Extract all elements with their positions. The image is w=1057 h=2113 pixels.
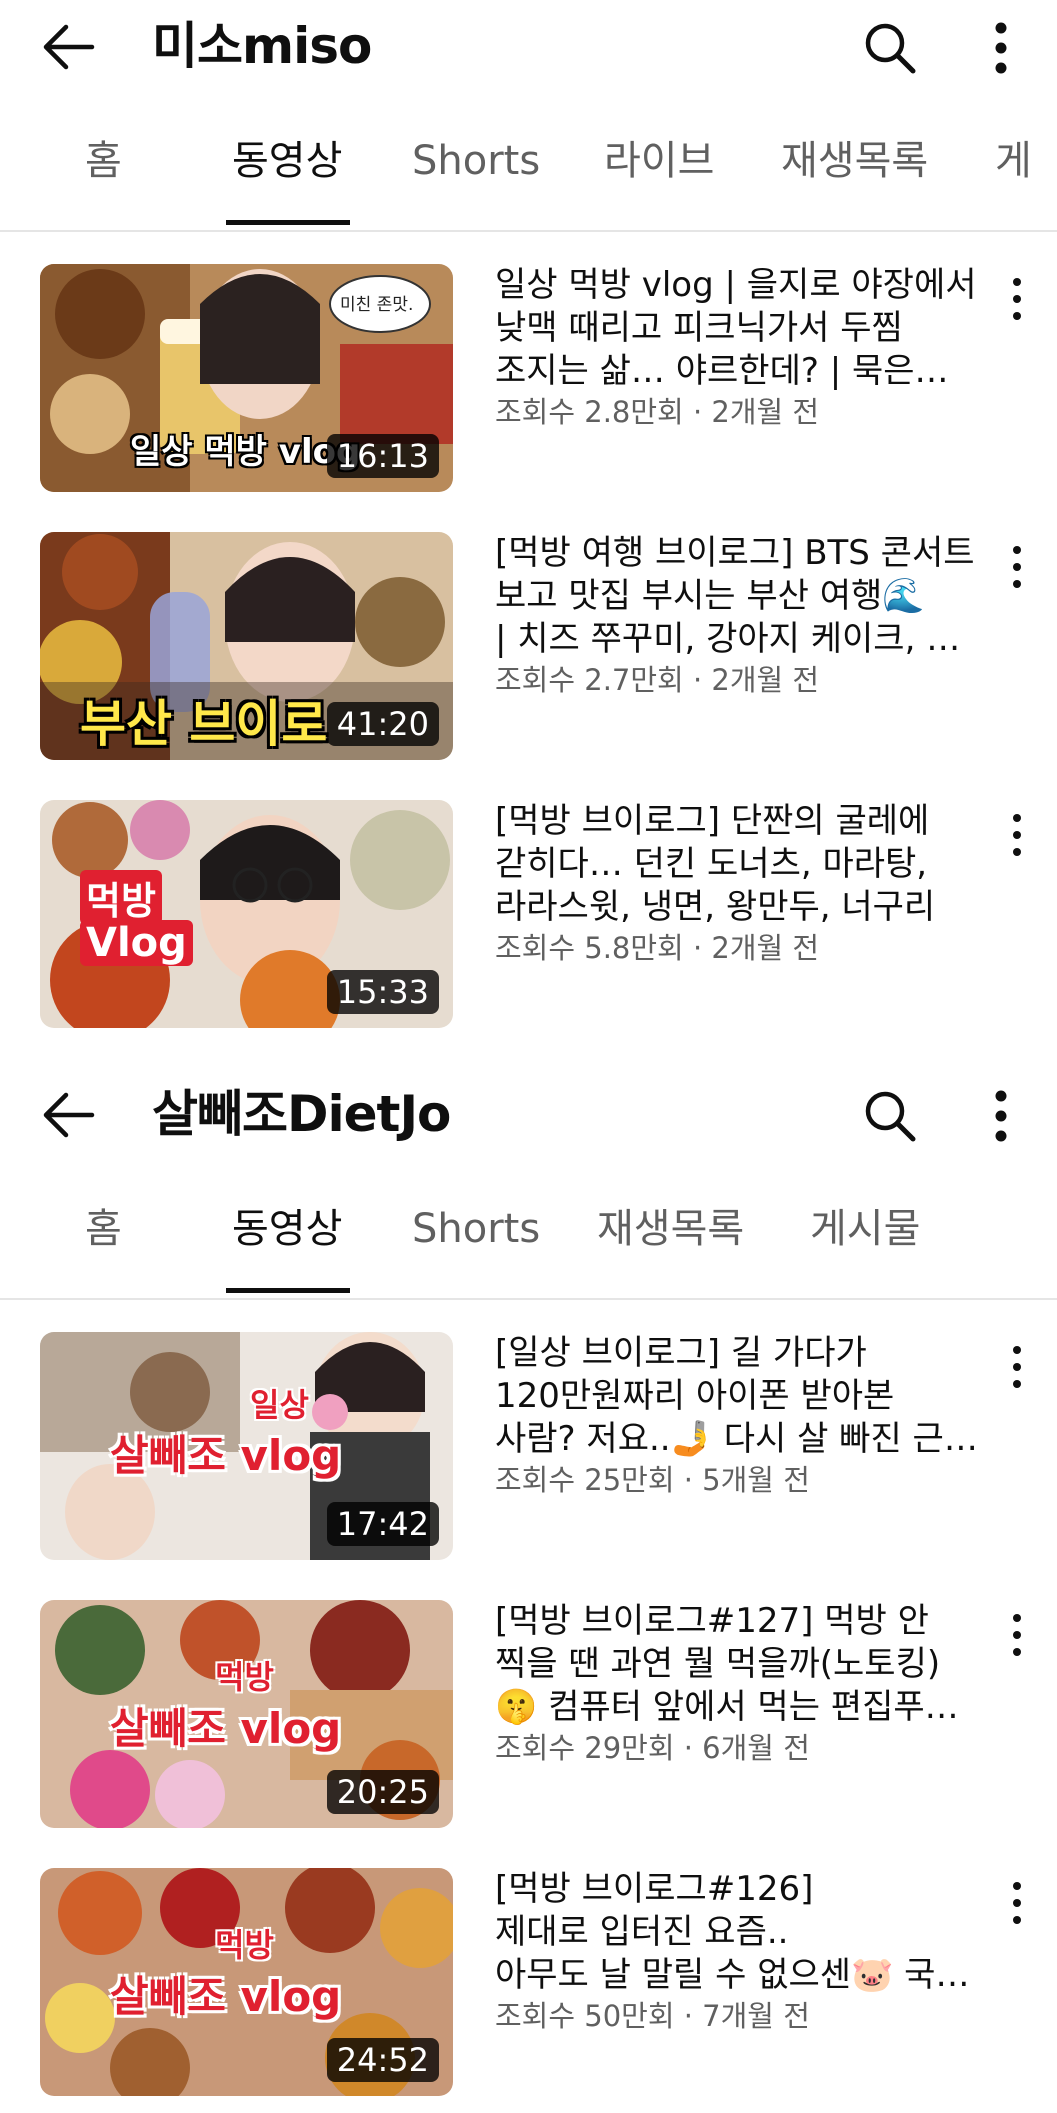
tab-shorts[interactable]: Shorts (412, 1204, 540, 1254)
video-item[interactable]: 먹방 Vlog 15:33 [먹방 브이로그] 단짠의 굴레에 갇히다… 던킨 … (0, 800, 1057, 1028)
video-thumbnail[interactable]: 먹방 살빼조 vlog 24:52 (40, 1868, 453, 2096)
video-title-line: 아무도 날 말릴 수 없으센🐷 국… (495, 1955, 970, 1995)
video-thumbnail[interactable]: 일상 살빼조 vlog 17:42 (40, 1332, 453, 1560)
thumbnail-overlay-text: 먹방 (215, 1926, 274, 1964)
video-title-line: 보고 맛집 부시는 부산 여행🌊 (495, 576, 925, 616)
thumbnail-overlay-text: 살빼조 vlog (110, 1704, 342, 1753)
app-bar: 살빼조DietJo (0, 1068, 1057, 1164)
tab-live[interactable]: 라이브 (604, 136, 714, 186)
video-meta: 조회수 2.7만회 · 2개월 전 (495, 663, 820, 697)
search-icon[interactable] (862, 1088, 918, 1144)
channel-title: 살빼조DietJo (152, 1085, 451, 1143)
tab-videos[interactable]: 동영상 (232, 1204, 342, 1254)
video-thumbnail[interactable]: 먹방 Vlog 15:33 (40, 800, 453, 1028)
channel-section-dietjo: 살빼조DietJo 홈 동영상 Shorts 재생목록 게시물 일상 살빼조 v… (0, 1068, 1057, 2096)
video-title-line: 찍을 땐 과연 뭘 먹을까(노토킹) (495, 1644, 941, 1684)
more-vertical-icon[interactable] (1006, 1342, 1028, 1392)
tab-home[interactable]: 홈 (85, 136, 122, 186)
video-title-line: [먹방 여행 브이로그] BTS 콘서트 (495, 533, 975, 573)
video-item[interactable]: 부산 브이로 41:20 [먹방 여행 브이로그] BTS 콘서트 보고 맛집 … (0, 532, 1057, 760)
video-title-line: 제대로 입터진 요즘.. (495, 1912, 789, 1952)
video-title-line: [일상 브이로그] 길 가다가 (495, 1333, 867, 1373)
tab-shorts[interactable]: Shorts (412, 136, 540, 186)
thumbnail-overlay-text: 먹방 (80, 870, 162, 925)
tab-playlists[interactable]: 재생목록 (597, 1204, 744, 1254)
channel-title: 미소miso (152, 17, 372, 75)
tab-bar: 홈 동영상 Shorts 재생목록 게시물 (0, 1164, 1057, 1300)
more-vertical-icon[interactable] (1006, 542, 1028, 592)
video-title-line: [먹방 브이로그] 단짠의 굴레에 (495, 801, 930, 841)
video-thumbnail[interactable]: 부산 브이로 41:20 (40, 532, 453, 760)
video-title[interactable]: 일상 먹방 vlog | 을지로 야장에서 낮맥 때리고 피크닉가서 두찜 조지… (495, 264, 985, 393)
tab-home[interactable]: 홈 (85, 1204, 122, 1254)
more-vertical-icon[interactable] (1006, 274, 1028, 324)
more-vertical-icon[interactable] (1006, 1610, 1028, 1660)
video-title[interactable]: [먹방 브이로그] 단짠의 굴레에 갇히다… 던킨 도너츠, 마라탕, 라라스윗… (495, 800, 985, 929)
search-icon[interactable] (862, 20, 918, 76)
thumbnail-overlay-text: 먹방 (215, 1658, 274, 1696)
video-thumbnail[interactable]: 미친 존맛. 일상 먹방 vlog 16:13 (40, 264, 453, 492)
duration-badge: 16:13 (326, 434, 439, 478)
video-meta: 조회수 29만회 · 6개월 전 (495, 1731, 810, 1765)
video-title[interactable]: [먹방 여행 브이로그] BTS 콘서트 보고 맛집 부시는 부산 여행🌊 | … (495, 532, 985, 661)
video-meta: 조회수 2.8만회 · 2개월 전 (495, 395, 820, 429)
duration-badge: 17:42 (326, 1502, 439, 1546)
arrow-left-icon[interactable] (40, 1090, 96, 1140)
video-title[interactable]: [일상 브이로그] 길 가다가 120만원짜리 아이폰 받아본 사람? 저요..… (495, 1332, 985, 1461)
thumbnail-overlay-text: 살빼조 vlog (110, 1972, 342, 2021)
video-item[interactable]: 미친 존맛. 일상 먹방 vlog 16:13 일상 먹방 vlog | 을지로… (0, 264, 1057, 492)
video-meta: 조회수 25만회 · 5개월 전 (495, 1463, 810, 1497)
video-title-line: 낮맥 때리고 피크닉가서 두찜 (495, 308, 903, 348)
tab-bar: 홈 동영상 Shorts 라이브 재생목록 게 (0, 96, 1057, 232)
thumbnail-bubble-text: 미친 존맛. (340, 295, 414, 315)
video-item[interactable]: 먹방 살빼조 vlog 20:25 [먹방 브이로그#127] 먹방 안 찍을 … (0, 1600, 1057, 1828)
thumbnail-overlay-text: 부산 브이로 (80, 695, 328, 753)
more-vertical-icon[interactable] (1006, 1878, 1028, 1928)
active-tab-indicator (226, 220, 350, 225)
thumbnail-overlay-text: 일상 (250, 1386, 309, 1424)
video-title-line: 사람? 저요..🤳 다시 살 빠진 근… (495, 1419, 978, 1459)
more-vertical-icon[interactable] (988, 1088, 1014, 1144)
video-title-line: | 치즈 쭈꾸미, 강아지 케이크, … (495, 619, 961, 659)
more-vertical-icon[interactable] (988, 20, 1014, 76)
thumbnail-overlay-text: 살빼조 vlog (110, 1431, 342, 1480)
video-title-line: 🤫 컴퓨터 앞에서 먹는 편집푸… (495, 1687, 959, 1727)
app-bar: 미소miso (0, 0, 1057, 96)
duration-badge: 20:25 (326, 1770, 439, 1814)
tab-community[interactable]: 게시물 (810, 1204, 920, 1254)
channel-section-miso: 미소miso 홈 동영상 Shorts 라이브 재생목록 게 미친 존맛. 일상… (0, 0, 1057, 1028)
duration-badge: 24:52 (326, 2038, 439, 2082)
video-title-line: 조지는 삶… 야르한데? | 묵은… (495, 351, 949, 391)
video-meta: 조회수 50만회 · 7개월 전 (495, 1999, 810, 2033)
more-vertical-icon[interactable] (1006, 810, 1028, 860)
video-thumbnail[interactable]: 먹방 살빼조 vlog 20:25 (40, 1600, 453, 1828)
video-title-line: 갇히다… 던킨 도너츠, 마라탕, (495, 844, 928, 884)
video-title-line: 라라스윗, 냉면, 왕만두, 너구리 (495, 887, 936, 927)
video-title-line: 일상 먹방 vlog | 을지로 야장에서 (495, 265, 977, 305)
video-meta: 조회수 5.8만회 · 2개월 전 (495, 931, 820, 965)
video-item[interactable]: 먹방 살빼조 vlog 24:52 [먹방 브이로그#126] 제대로 입터진 … (0, 1868, 1057, 2096)
tab-videos[interactable]: 동영상 (232, 136, 342, 186)
video-title-line: [먹방 브이로그#126] (495, 1869, 814, 1909)
thumbnail-overlay-text: 일상 먹방 vlog (130, 432, 361, 472)
active-tab-indicator (226, 1288, 350, 1293)
thumbnail-overlay-text: Vlog (80, 920, 193, 966)
tab-community-partial[interactable]: 게 (995, 136, 1032, 186)
video-title[interactable]: [먹방 브이로그#126] 제대로 입터진 요즘.. 아무도 날 말릴 수 없으… (495, 1868, 985, 1997)
arrow-left-icon[interactable] (40, 22, 96, 72)
video-title[interactable]: [먹방 브이로그#127] 먹방 안 찍을 땐 과연 뭘 먹을까(노토킹) 🤫 … (495, 1600, 985, 1729)
video-title-line: [먹방 브이로그#127] 먹방 안 (495, 1601, 929, 1641)
duration-badge: 15:33 (326, 970, 439, 1014)
video-item[interactable]: 일상 살빼조 vlog 17:42 [일상 브이로그] 길 가다가 120만원짜… (0, 1332, 1057, 1560)
video-title-line: 120만원짜리 아이폰 받아본 (495, 1376, 895, 1416)
tab-playlists[interactable]: 재생목록 (781, 136, 928, 186)
duration-badge: 41:20 (326, 702, 439, 746)
